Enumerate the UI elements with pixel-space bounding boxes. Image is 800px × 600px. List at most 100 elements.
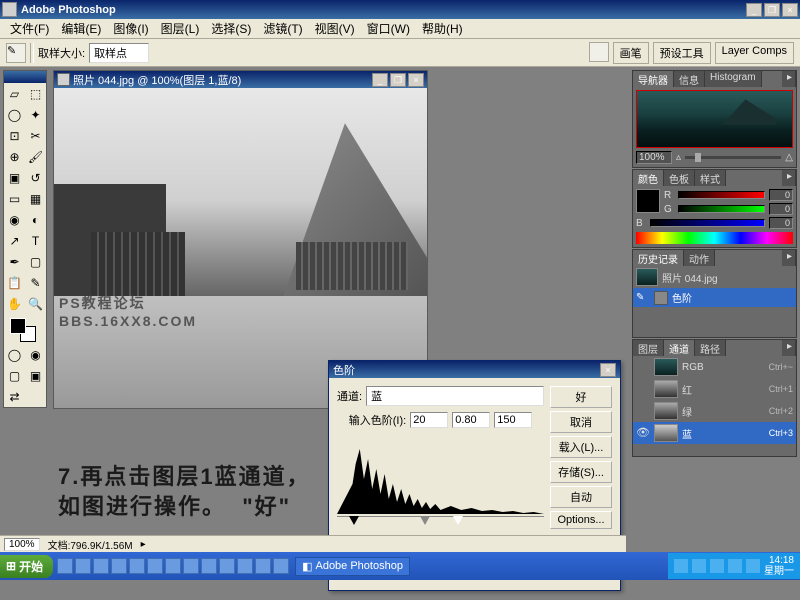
b-value[interactable]: 0	[769, 217, 793, 229]
visibility-icon[interactable]	[636, 404, 650, 418]
quicklaunch-9[interactable]	[201, 558, 217, 574]
start-button[interactable]: ⊞ 开始	[0, 555, 53, 578]
zoom-in-icon[interactable]: △	[785, 152, 793, 163]
tool-zoom[interactable]: 🔍	[25, 293, 46, 314]
tab-color[interactable]: 颜色	[633, 170, 664, 186]
visibility-icon[interactable]	[636, 360, 650, 374]
menu-select[interactable]: 选择(S)	[205, 18, 257, 39]
menu-file[interactable]: 文件(F)	[4, 18, 55, 39]
system-clock[interactable]: 14:18 星期一	[764, 555, 794, 577]
quicklaunch-7[interactable]	[165, 558, 181, 574]
channel-red[interactable]: 红 Ctrl+1	[633, 378, 796, 400]
tool-stamp[interactable]: ▣	[4, 167, 25, 188]
zoom-slider[interactable]	[685, 156, 781, 159]
cancel-button[interactable]: 取消	[550, 411, 612, 433]
tool-marquee[interactable]: ⬚	[25, 83, 46, 104]
channel-green[interactable]: 绿 Ctrl+2	[633, 400, 796, 422]
tab-history[interactable]: 历史记录	[633, 250, 684, 266]
channel-blue[interactable]: 👁 蓝 Ctrl+3	[633, 422, 796, 444]
tool-wand[interactable]: ✦	[25, 104, 46, 125]
options-button[interactable]: Options...	[550, 511, 612, 529]
highlight-slider[interactable]	[453, 516, 463, 525]
sample-size-dropdown[interactable]: 取样点	[89, 43, 149, 63]
quicklaunch-5[interactable]	[129, 558, 145, 574]
tool-gradient[interactable]: ▦	[25, 188, 46, 209]
panel-menu-icon[interactable]: ▸	[782, 250, 796, 266]
tool-brush[interactable]: 🖌	[25, 146, 46, 167]
tool-blur[interactable]: ◉	[4, 209, 25, 230]
doc-maximize[interactable]: ❐	[390, 73, 406, 87]
tab-actions[interactable]: 动作	[684, 250, 715, 266]
tool-quickmask-on[interactable]: ◉	[25, 344, 46, 365]
tray-icon-3[interactable]	[710, 559, 724, 573]
quicklaunch-12[interactable]	[255, 558, 271, 574]
channel-rgb[interactable]: RGB Ctrl+~	[633, 356, 796, 378]
visibility-icon[interactable]: 👁	[636, 426, 650, 440]
input-shadow[interactable]	[410, 412, 448, 428]
quicklaunch-11[interactable]	[237, 558, 253, 574]
tab-layer-comps[interactable]: Layer Comps	[715, 42, 794, 64]
save-button[interactable]: 存储(S)...	[550, 461, 612, 483]
quicklaunch-13[interactable]	[273, 558, 289, 574]
shadow-slider[interactable]	[349, 516, 359, 525]
tool-type[interactable]: T	[25, 230, 46, 251]
tab-layers[interactable]: 图层	[633, 340, 664, 356]
g-slider[interactable]	[678, 205, 765, 213]
tool-history-brush[interactable]: ↺	[25, 167, 46, 188]
filebrowser-icon[interactable]	[589, 42, 609, 62]
minimize-button[interactable]: _	[746, 3, 762, 17]
menu-filter[interactable]: 滤镜(T)	[257, 18, 308, 39]
auto-button[interactable]: 自动	[550, 486, 612, 508]
tab-tool-presets[interactable]: 预设工具	[653, 42, 711, 64]
tray-icon-2[interactable]	[692, 559, 706, 573]
tool-shape[interactable]: ▢	[25, 251, 46, 272]
menu-layer[interactable]: 图层(L)	[155, 18, 206, 39]
tool-eraser[interactable]: ▭	[4, 188, 25, 209]
tab-info[interactable]: 信息	[674, 71, 705, 87]
taskbar-app-photoshop[interactable]: ◧ Adobe Photoshop	[295, 557, 410, 576]
panel-menu-icon[interactable]: ▸	[782, 71, 796, 87]
b-slider[interactable]	[650, 219, 765, 227]
menu-window[interactable]: 窗口(W)	[361, 18, 416, 39]
tool-hand[interactable]: ✋	[4, 293, 25, 314]
tab-brushes[interactable]: 画笔	[613, 42, 649, 64]
input-gamma[interactable]	[452, 412, 490, 428]
history-brush-icon[interactable]: ✎	[636, 292, 650, 303]
tray-icon-5[interactable]	[746, 559, 760, 573]
tab-swatches[interactable]: 色板	[664, 170, 695, 186]
status-arrow-icon[interactable]: ▸	[141, 539, 146, 550]
menu-edit[interactable]: 编辑(E)	[55, 18, 107, 39]
tray-icon-1[interactable]	[674, 559, 688, 573]
doc-minimize[interactable]: _	[372, 73, 388, 87]
r-value[interactable]: 0	[769, 189, 793, 201]
tool-crop[interactable]: ⊡	[4, 125, 25, 146]
tab-paths[interactable]: 路径	[695, 340, 726, 356]
ok-button[interactable]: 好	[550, 386, 612, 408]
input-highlight[interactable]	[494, 412, 532, 428]
tool-healing[interactable]: ⊕	[4, 146, 25, 167]
tab-styles[interactable]: 样式	[695, 170, 726, 186]
screen-mode-2[interactable]: ▣	[25, 365, 46, 386]
r-slider[interactable]	[678, 191, 765, 199]
color-swatch[interactable]	[636, 189, 660, 213]
zoom-input[interactable]	[636, 151, 672, 164]
zoom-display[interactable]: 100%	[4, 538, 40, 551]
quicklaunch-ie[interactable]	[57, 558, 73, 574]
close-button[interactable]: ×	[782, 3, 798, 17]
tab-histogram[interactable]: Histogram	[705, 71, 762, 87]
g-value[interactable]: 0	[769, 203, 793, 215]
tool-quickmask[interactable]: ◯	[4, 344, 25, 365]
channel-dropdown[interactable]: 蓝	[366, 386, 544, 406]
tool-lasso[interactable]: ◯	[4, 104, 25, 125]
tab-channels[interactable]: 通道	[664, 340, 695, 356]
quicklaunch-8[interactable]	[183, 558, 199, 574]
levels-close[interactable]: ×	[600, 363, 616, 377]
foreground-color-swatch[interactable]	[10, 318, 26, 334]
menu-help[interactable]: 帮助(H)	[416, 18, 469, 39]
panel-menu-icon[interactable]: ▸	[782, 170, 796, 186]
zoom-out-icon[interactable]: ▵	[676, 152, 681, 163]
gamma-slider[interactable]	[420, 516, 430, 525]
tool-slice[interactable]: ✂	[25, 125, 46, 146]
quicklaunch-6[interactable]	[147, 558, 163, 574]
quicklaunch-2[interactable]	[75, 558, 91, 574]
